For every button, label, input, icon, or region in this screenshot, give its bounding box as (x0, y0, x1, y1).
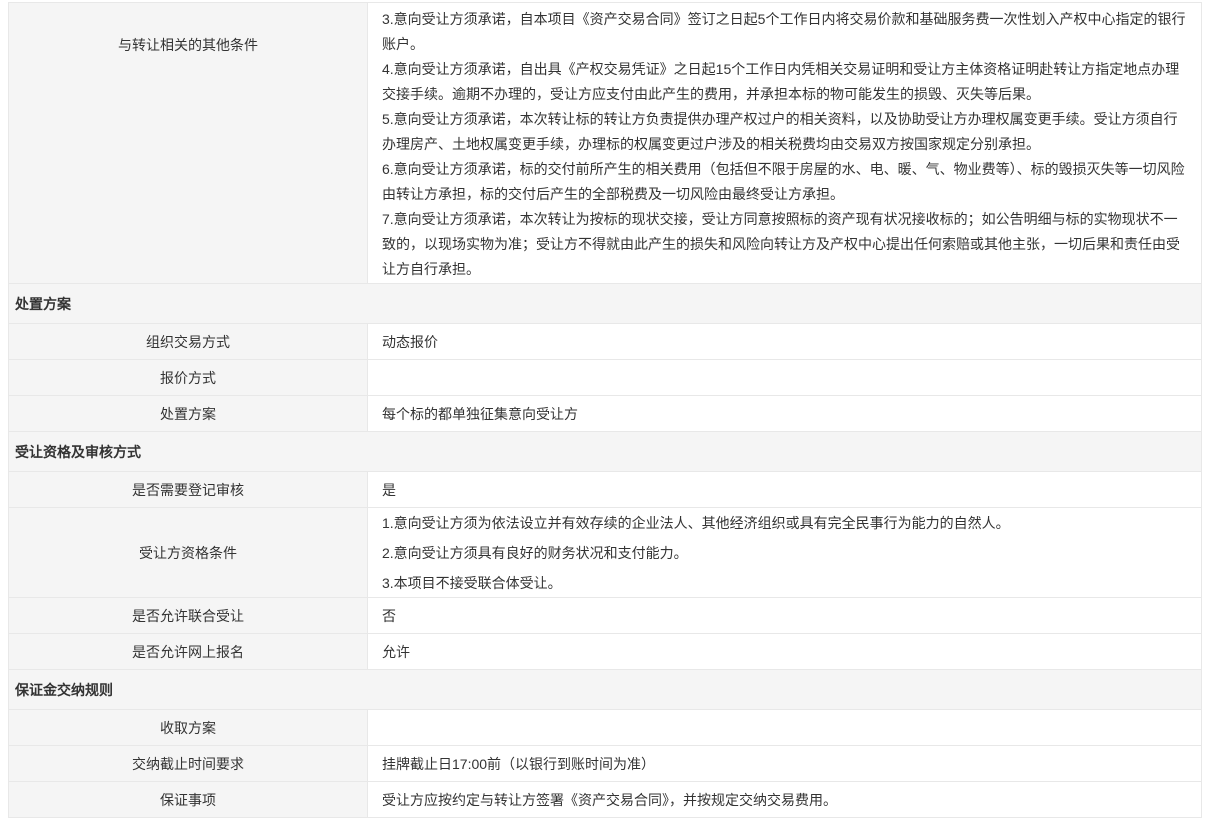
field-value-cell: 否 (368, 598, 1201, 633)
table-row: 保证事项 受让方应按约定与转让方签署《资产交易合同》，并按规定交纳交易费用。 (9, 782, 1201, 818)
field-value-line: 6.意向受让方须承诺，标的交付前所产生的相关费用（包括但不限于房屋的水、电、暖、… (382, 157, 1191, 207)
section-header-row: 保证金交纳规则 (9, 670, 1201, 710)
field-value-cell: 受让方应按约定与转让方签署《资产交易合同》，并按规定交纳交易费用。 (368, 782, 1201, 817)
table-row: 与转让相关的其他条件 3.意向受让方须承诺，自本项目《资产交易合同》签订之日起5个… (9, 3, 1201, 284)
field-label: 交纳截止时间要求 (132, 754, 244, 774)
table-row: 是否允许联合受让 否 (9, 598, 1201, 634)
table-row: 交纳截止时间要求 挂牌截止日17:00前（以银行到账时间为准） (9, 746, 1201, 782)
field-label-cell: 与转让相关的其他条件 (9, 3, 368, 283)
field-value: 允许 (382, 642, 1191, 662)
table-row: 处置方案 每个标的都单独征集意向受让方 (9, 396, 1201, 432)
field-label-cell: 受让方资格条件 (9, 508, 368, 597)
section-title: 受让资格及审核方式 (15, 442, 141, 462)
field-value-line: 5.意向受让方须承诺，本次转让标的转让方负责提供办理产权过户的相关资料，以及协助… (382, 107, 1191, 157)
table-row: 报价方式 (9, 360, 1201, 396)
field-label-cell: 交纳截止时间要求 (9, 746, 368, 781)
field-label-cell: 是否允许网上报名 (9, 634, 368, 669)
field-value-line: 1.意向受让方须为依法设立并有效存续的企业法人、其他经济组织或具有完全民事行为能… (382, 508, 1191, 538)
field-label-cell: 保证事项 (9, 782, 368, 817)
section-header-row: 处置方案 (9, 284, 1201, 324)
field-label: 保证事项 (160, 790, 216, 810)
listing-detail-table: 与转让相关的其他条件 3.意向受让方须承诺，自本项目《资产交易合同》签订之日起5个… (8, 2, 1202, 818)
field-label-cell: 是否需要登记审核 (9, 472, 368, 507)
field-value-cell: 允许 (368, 634, 1201, 669)
table-row: 是否允许网上报名 允许 (9, 634, 1201, 670)
field-value-line: 3.本项目不接受联合体受让。 (382, 568, 1191, 598)
section-title: 处置方案 (15, 294, 71, 314)
field-value: 否 (382, 606, 1191, 626)
field-value-cell: 3.意向受让方须承诺，自本项目《资产交易合同》签订之日起5个工作日内将交易价款和… (368, 3, 1201, 283)
section-header-row: 受让资格及审核方式 (9, 432, 1201, 472)
table-row: 组织交易方式 动态报价 (9, 324, 1201, 360)
field-label: 组织交易方式 (146, 332, 230, 352)
field-label: 是否需要登记审核 (132, 480, 244, 500)
field-label: 受让方资格条件 (139, 543, 237, 563)
section-title: 保证金交纳规则 (15, 680, 113, 700)
table-row: 是否需要登记审核 是 (9, 472, 1201, 508)
field-label-cell: 组织交易方式 (9, 324, 368, 359)
field-label: 报价方式 (160, 368, 216, 388)
field-label: 收取方案 (160, 718, 216, 738)
field-value-cell: 是 (368, 472, 1201, 507)
field-label-cell: 收取方案 (9, 710, 368, 745)
table-row: 受让方资格条件 1.意向受让方须为依法设立并有效存续的企业法人、其他经济组织或具有… (9, 508, 1201, 598)
field-value-cell: 1.意向受让方须为依法设立并有效存续的企业法人、其他经济组织或具有完全民事行为能… (368, 508, 1201, 597)
field-value-cell: 动态报价 (368, 324, 1201, 359)
field-value-cell (368, 360, 1201, 395)
field-value-cell: 每个标的都单独征集意向受让方 (368, 396, 1201, 431)
field-label: 处置方案 (160, 404, 216, 424)
field-value: 动态报价 (382, 332, 1191, 352)
field-value: 受让方应按约定与转让方签署《资产交易合同》，并按规定交纳交易费用。 (382, 790, 1191, 810)
table-row: 收取方案 (9, 710, 1201, 746)
field-label-cell: 报价方式 (9, 360, 368, 395)
field-value: 挂牌截止日17:00前（以银行到账时间为准） (382, 754, 1191, 774)
field-value-line: 2.意向受让方须具有良好的财务状况和支付能力。 (382, 538, 1191, 568)
field-label-cell: 处置方案 (9, 396, 368, 431)
field-value-cell: 挂牌截止日17:00前（以银行到账时间为准） (368, 746, 1201, 781)
field-label-cell: 是否允许联合受让 (9, 598, 368, 633)
field-value-cell (368, 710, 1201, 745)
field-label: 是否允许联合受让 (132, 606, 244, 626)
field-label: 与转让相关的其他条件 (118, 35, 258, 55)
field-value: 每个标的都单独征集意向受让方 (382, 404, 1191, 424)
field-value-line: 4.意向受让方须承诺，自出具《产权交易凭证》之日起15个工作日内凭相关交易证明和… (382, 57, 1191, 107)
field-value: 是 (382, 480, 1191, 500)
field-label: 是否允许网上报名 (132, 642, 244, 662)
field-value-line: 7.意向受让方须承诺，本次转让为按标的现状交接，受让方同意按照标的资产现有状况接… (382, 207, 1191, 282)
field-value-line: 3.意向受让方须承诺，自本项目《资产交易合同》签订之日起5个工作日内将交易价款和… (382, 7, 1191, 57)
